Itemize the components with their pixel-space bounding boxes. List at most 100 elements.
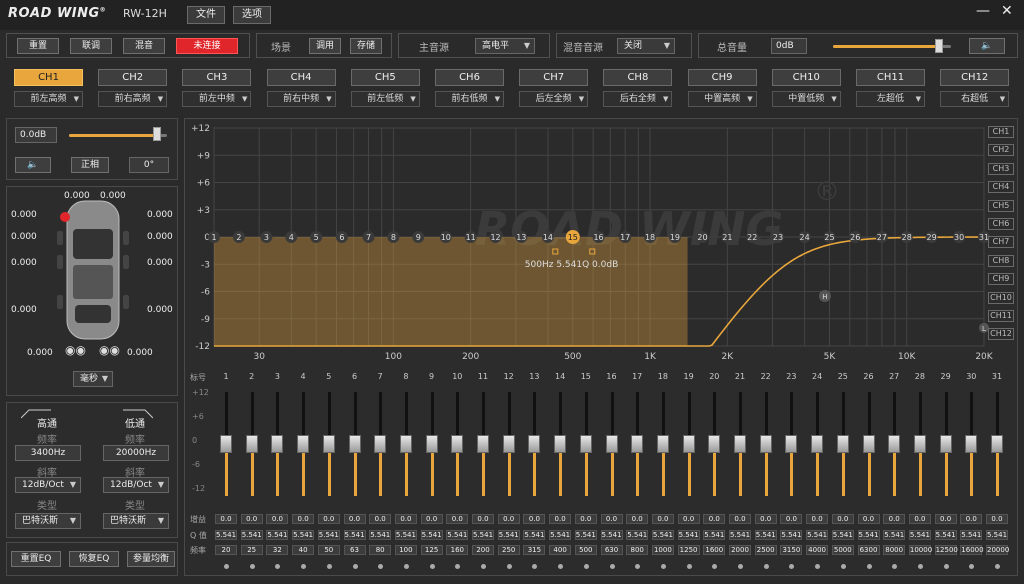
band-q-value[interactable]: 5.541 (292, 530, 315, 540)
channel-position-select[interactable]: 前右高频 ▼ (98, 91, 168, 107)
band-q-value[interactable]: 5.541 (986, 530, 1008, 540)
band-gain-value[interactable]: 0.0 (883, 514, 906, 524)
band-gain-value[interactable]: 0.0 (857, 514, 880, 524)
delay-value[interactable]: 0.000 (127, 348, 153, 358)
band-q-value[interactable]: 5.541 (626, 530, 649, 540)
fader-knob[interactable] (502, 435, 515, 453)
band-gain-value[interactable]: 0.0 (729, 514, 751, 524)
file-menu-button[interactable]: 文件 (187, 6, 225, 24)
tab-channel[interactable]: CH7 (519, 69, 589, 86)
band-q-value[interactable]: 5.541 (883, 530, 906, 540)
fader-knob[interactable] (297, 435, 310, 453)
band-freq-value[interactable]: 4000 (806, 545, 829, 555)
minimize-icon[interactable]: — (976, 3, 990, 19)
delay-value[interactable]: 0.000 (147, 305, 173, 315)
band-gain-value[interactable]: 0.0 (266, 514, 289, 524)
eq-curve-chart[interactable]: +12+9+6+30-3-6-9-1230 100 200 500 1K 2K 5K 10K 2… (184, 118, 1018, 368)
channel-tag[interactable]: CH4 (988, 181, 1014, 194)
lp-type-select[interactable]: 巴特沃斯 ▼ (103, 513, 169, 529)
band-gain-value[interactable]: 0.0 (831, 514, 854, 524)
band-gain-value[interactable]: 0.0 (394, 514, 417, 524)
band-q-value[interactable]: 5.541 (703, 530, 726, 540)
band-gain-value[interactable]: 0.0 (754, 514, 777, 524)
band-freq-value[interactable]: 63 (343, 545, 366, 555)
reset-button[interactable]: 重置 (17, 38, 59, 54)
fader-knob[interactable] (477, 435, 489, 453)
fader-knob[interactable] (220, 435, 232, 453)
band-gain-value[interactable]: 0.0 (523, 514, 546, 524)
band-q-value[interactable]: 5.541 (960, 530, 983, 540)
tab-channel[interactable]: CH8 (603, 69, 673, 86)
band-q-value[interactable]: 5.541 (343, 530, 366, 540)
band-gain-value[interactable]: 0.0 (215, 514, 237, 524)
fader-knob[interactable] (862, 435, 875, 453)
band-q-value[interactable]: 5.541 (754, 530, 777, 540)
fader-knob[interactable] (939, 435, 952, 453)
fader-knob[interactable] (811, 435, 824, 453)
tab-channel[interactable]: CH4 (266, 69, 336, 86)
channel-tag[interactable]: CH2 (988, 144, 1014, 157)
band-freq-value[interactable]: 32 (266, 545, 289, 555)
band-gain-value[interactable]: 0.0 (343, 514, 366, 524)
tab-channel[interactable]: CH6 (435, 69, 504, 86)
band-freq-value[interactable]: 6300 (857, 545, 880, 555)
delay-value[interactable]: 0.000 (11, 232, 37, 242)
hp-type-select[interactable]: 巴特沃斯 ▼ (15, 513, 81, 529)
band-freq-value[interactable]: 200 (472, 545, 494, 555)
band-freq-value[interactable]: 50 (317, 545, 340, 555)
band-q-value[interactable]: 5.541 (729, 530, 751, 540)
band-freq-value[interactable]: 500 (574, 545, 597, 555)
restore-eq-button[interactable]: 恢复EQ (69, 551, 119, 567)
link-button[interactable]: 联调 (70, 38, 112, 54)
band-freq-value[interactable]: 3150 (780, 545, 803, 555)
band-q-value[interactable]: 5.541 (472, 530, 494, 540)
phase-button[interactable]: 正相 (71, 157, 109, 173)
scene-save-button[interactable]: 存储 (350, 38, 382, 54)
band-gain-value[interactable]: 0.0 (420, 514, 443, 524)
band-gain-value[interactable]: 0.0 (651, 514, 674, 524)
channel-position-select[interactable]: 中置高频 ▼ (687, 91, 757, 107)
band-freq-value[interactable]: 2000 (729, 545, 751, 555)
fader-knob[interactable] (913, 435, 926, 453)
channel-position-select[interactable]: 右超低 ▼ (940, 91, 1010, 107)
band-freq-value[interactable]: 8000 (883, 545, 906, 555)
channel-gain-knob[interactable] (153, 127, 162, 141)
fader-knob[interactable] (322, 435, 335, 453)
fader-knob[interactable] (965, 435, 978, 453)
close-icon[interactable]: ✕ (1001, 3, 1013, 19)
band-q-value[interactable]: 5.541 (240, 530, 263, 540)
fader-knob[interactable] (451, 435, 464, 453)
main-source-select[interactable]: 高电平 ▼ (475, 38, 535, 54)
channel-tag[interactable]: CH10 (988, 291, 1014, 304)
options-menu-button[interactable]: 选项 (233, 6, 271, 24)
fader-knob[interactable] (528, 435, 541, 453)
band-freq-value[interactable]: 20 (215, 545, 237, 555)
band-gain-value[interactable]: 0.0 (574, 514, 597, 524)
band-freq-value[interactable]: 1000 (651, 545, 674, 555)
band-gain-value[interactable]: 0.0 (677, 514, 700, 524)
tab-channel[interactable]: CH2 (98, 69, 168, 86)
channel-tag[interactable]: CH6 (988, 218, 1014, 230)
band-q-value[interactable]: 5.541 (446, 530, 469, 540)
channel-tag[interactable]: CH12 (988, 328, 1014, 341)
band-q-value[interactable]: 5.541 (317, 530, 340, 540)
channel-position-select[interactable]: 前左高频 ▼ (14, 91, 83, 107)
band-gain-value[interactable]: 0.0 (292, 514, 315, 524)
channel-position-select[interactable]: 前左中频 ▼ (182, 91, 252, 107)
fader-knob[interactable] (579, 435, 592, 453)
fader-knob[interactable] (605, 435, 618, 453)
fader-knob[interactable] (399, 435, 412, 453)
band-freq-value[interactable]: 20000 (986, 545, 1009, 555)
band-freq-value[interactable]: 40 (292, 545, 315, 555)
channel-position-select[interactable]: 中置低频 ▼ (771, 91, 841, 107)
band-gain-value[interactable]: 0.0 (780, 514, 803, 524)
delay-value[interactable]: 0.000 (100, 191, 126, 201)
band-gain-value[interactable]: 0.0 (986, 514, 1008, 524)
band-q-value[interactable]: 5.541 (574, 530, 597, 540)
fader-knob[interactable] (888, 435, 901, 453)
channel-position-select[interactable]: 前右低频 ▼ (435, 91, 504, 107)
channel-tag[interactable]: CH7 (988, 236, 1014, 249)
fader-knob[interactable] (348, 435, 361, 453)
band-freq-value[interactable]: 16000 (960, 545, 984, 555)
band-gain-value[interactable]: 0.0 (317, 514, 340, 524)
